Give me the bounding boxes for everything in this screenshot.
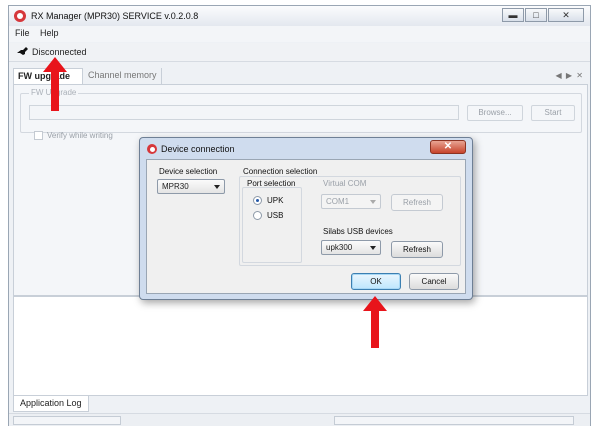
chevron-down-icon — [370, 246, 376, 250]
status-field — [13, 416, 121, 425]
tab-strip: FW upgrade Channel memory ◀ ▶ ✕ — [13, 68, 588, 84]
plug-icon — [17, 47, 28, 55]
chevron-down-icon — [370, 200, 376, 204]
ok-button[interactable]: OK — [351, 273, 401, 290]
virtual-com-label: Virtual COM — [323, 179, 367, 188]
silabs-devices-value: upk300 — [326, 243, 353, 252]
silabs-devices-label: Silabs USB devices — [323, 227, 393, 236]
virtual-com-dropdown[interactable]: COM1 — [321, 194, 381, 209]
silabs-refresh-button[interactable]: Refresh — [391, 241, 443, 258]
verify-label: Verify while writing — [47, 131, 113, 140]
tab-scroll-close-controls[interactable]: ◀ ▶ ✕ — [556, 71, 584, 80]
maximize-button[interactable]: □ — [525, 8, 547, 22]
firmware-path-field[interactable] — [29, 105, 459, 120]
menu-file[interactable]: File — [15, 28, 30, 38]
fw-upgrade-group: FW Upgrade Browse... Start — [20, 88, 582, 133]
menu-help[interactable]: Help — [40, 28, 59, 38]
progress-bar — [334, 416, 574, 425]
device-selection-label: Device selection — [159, 167, 218, 176]
window-title: RX Manager (MPR30) SERVICE v.0.2.0.8 — [31, 11, 199, 21]
menu-bar: File Help — [9, 26, 590, 42]
annotation-arrow-up-icon — [363, 296, 387, 348]
tab-application-log[interactable]: Application Log — [13, 396, 89, 412]
usb-label: USB — [267, 211, 284, 220]
verify-checkbox[interactable] — [34, 131, 43, 140]
start-button[interactable]: Start — [531, 105, 575, 121]
device-selection-dropdown[interactable]: MPR30 — [157, 179, 225, 194]
minimize-button[interactable]: ▬ — [502, 8, 524, 22]
upk-radio[interactable] — [253, 196, 262, 205]
virtual-com-value: COM1 — [326, 197, 350, 206]
virtual-com-refresh-button[interactable]: Refresh — [391, 194, 443, 211]
close-button[interactable]: ✕ — [548, 8, 584, 22]
toolbar: Disconnected — [9, 43, 590, 62]
dialog-logo-icon — [147, 144, 157, 154]
browse-button[interactable]: Browse... — [467, 105, 523, 121]
silabs-devices-dropdown[interactable]: upk300 — [321, 240, 381, 255]
chevron-down-icon — [214, 185, 220, 189]
upk-label: UPK — [267, 196, 284, 205]
device-selection-value: MPR30 — [162, 182, 189, 191]
connection-selection-label: Connection selection — [243, 167, 318, 176]
status-bar — [9, 413, 590, 426]
dialog-body: Device selection MPR30 Connection select… — [146, 159, 466, 294]
device-connection-dialog: Device connection ✕ Device selection MPR… — [139, 137, 473, 300]
app-logo-icon — [14, 10, 26, 22]
application-log-pane — [13, 296, 588, 396]
title-bar: RX Manager (MPR30) SERVICE v.0.2.0.8 ▬ □… — [9, 6, 590, 26]
window-controls: ▬ □ ✕ — [502, 8, 584, 22]
dialog-close-button[interactable]: ✕ — [430, 140, 466, 154]
annotation-arrow-up-icon — [43, 57, 67, 111]
dialog-title: Device connection — [161, 144, 235, 154]
usb-radio[interactable] — [253, 211, 262, 220]
cancel-button[interactable]: Cancel — [409, 273, 459, 290]
connection-status-button[interactable]: Disconnected — [32, 47, 87, 57]
tab-channel-memory[interactable]: Channel memory — [84, 68, 162, 84]
